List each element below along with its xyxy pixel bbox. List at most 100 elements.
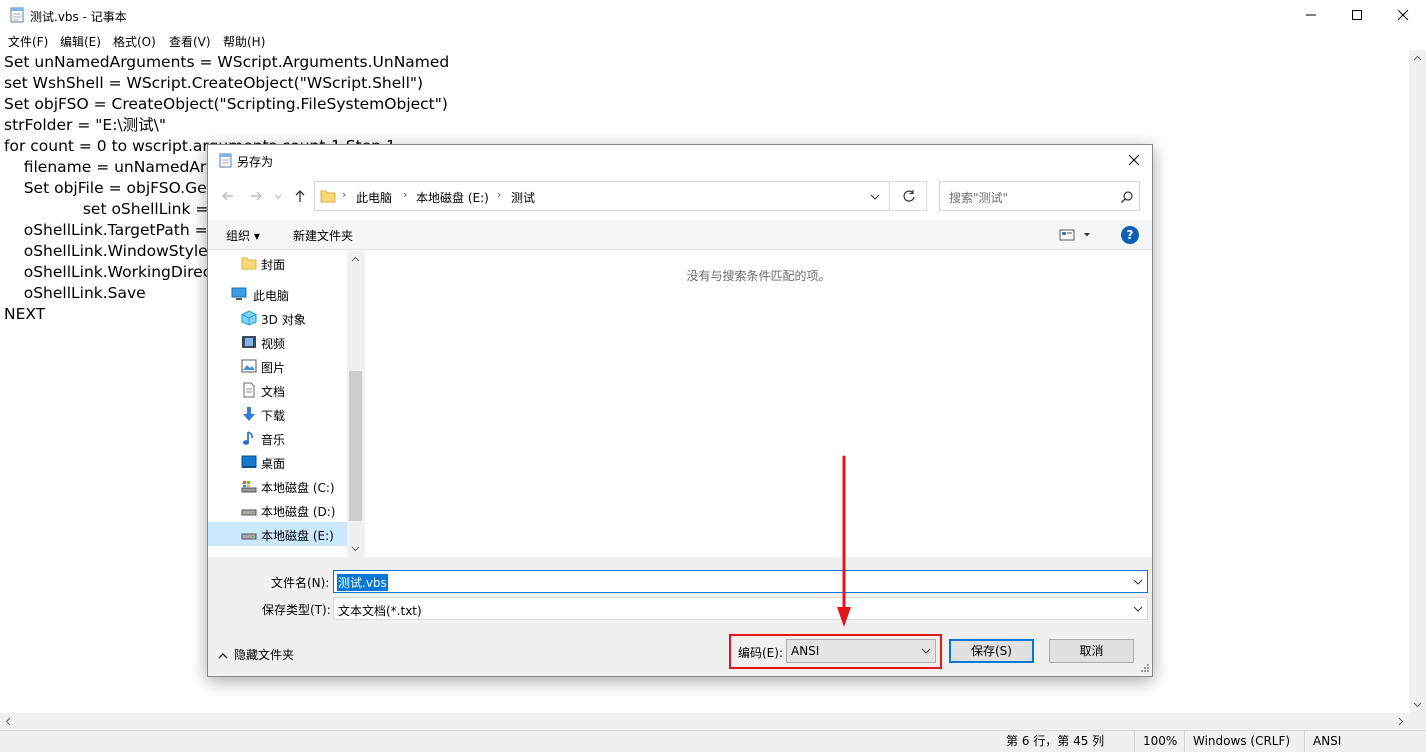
empty-message: 没有与搜索条件匹配的项。: [686, 269, 831, 283]
scroll-up-icon[interactable]: [1409, 50, 1426, 67]
filetype-select[interactable]: 文本文档(*.txt): [333, 597, 1148, 620]
address-bar[interactable]: › 此电脑 › 本地磁盘 (E:) › 测试: [314, 181, 890, 211]
nav-item-drive-d[interactable]: 本地磁盘 (D:): [208, 498, 347, 522]
search-input[interactable]: 搜索"测试": [939, 181, 1140, 211]
menubar: 文件(F) 编辑(E) 格式(O) 查看(V) 帮助(H): [0, 30, 1426, 50]
save-as-dialog: 另存为 › 此电脑 › 本地磁盘 (E:) › 测试 搜索"测试" 组织 ▾ 新…: [207, 144, 1153, 677]
nav-item-cover-folder[interactable]: 封面: [208, 251, 347, 275]
code-line: oShellLink.Save: [4, 284, 146, 302]
view-options-icon[interactable]: [1059, 227, 1093, 243]
nav-item-3d-objects[interactable]: 3D 对象: [208, 306, 347, 330]
menu-format[interactable]: 格式(O): [113, 33, 156, 50]
filetype-label: 保存类型(T):: [262, 603, 331, 617]
nav-item-music[interactable]: 音乐: [208, 426, 347, 450]
minimize-button[interactable]: [1288, 0, 1334, 30]
dialog-close-button[interactable]: [1119, 148, 1149, 172]
nav-item-videos[interactable]: 视频: [208, 330, 347, 354]
refresh-button[interactable]: [891, 181, 927, 211]
nav-item-desktop[interactable]: 桌面: [208, 450, 347, 474]
minimize-icon: [1306, 14, 1316, 16]
annotation-arrow-icon: [837, 455, 851, 627]
nav-item-label: 图片: [261, 361, 286, 375]
nav-item-label: 文档: [261, 385, 286, 399]
close-button[interactable]: [1380, 0, 1426, 30]
nav-item-pictures[interactable]: 图片: [208, 354, 347, 378]
menu-file[interactable]: 文件(F): [8, 33, 48, 50]
nav-item-documents[interactable]: 文档: [208, 378, 347, 402]
scroll-down-icon[interactable]: [347, 540, 364, 557]
organize-button[interactable]: 组织 ▾: [226, 227, 260, 244]
nav-item-label: 音乐: [261, 433, 286, 447]
nav-item-label: 此电脑: [253, 289, 290, 303]
folder-icon: [320, 190, 336, 203]
status-position: 第 6 行，第 45 列: [1006, 734, 1105, 748]
code-line: Set unNamedArguments = WScript.Arguments…: [4, 53, 450, 71]
code-line: NEXT: [4, 305, 46, 323]
dialog-title: 另存为: [237, 155, 274, 169]
notepad-icon: [219, 153, 232, 168]
nav-item-label: 下载: [261, 409, 286, 423]
breadcrumb-folder[interactable]: 测试: [511, 189, 535, 206]
nav-item-label: 视频: [261, 337, 286, 351]
notepad-icon: [10, 7, 24, 23]
chevron-up-icon: [218, 652, 228, 658]
save-button[interactable]: 保存(S): [949, 639, 1034, 663]
forward-arrow-icon[interactable]: [246, 185, 266, 207]
scroll-down-icon[interactable]: [1409, 696, 1426, 713]
breadcrumb-drive-e[interactable]: 本地磁盘 (E:): [416, 189, 489, 206]
nav-item-label: 3D 对象: [261, 313, 306, 327]
new-folder-button[interactable]: 新建文件夹: [293, 227, 353, 244]
code-line: set WshShell = WScript.CreateObject("WSc…: [4, 74, 424, 92]
nav-item-drive-c[interactable]: 本地磁盘 (C:): [208, 474, 347, 498]
status-line-ending: Windows (CRLF): [1184, 731, 1290, 752]
hide-folders-toggle[interactable]: 隐藏文件夹: [218, 646, 294, 663]
menu-help[interactable]: 帮助(H): [223, 33, 265, 50]
menu-edit[interactable]: 编辑(E): [60, 33, 101, 50]
cancel-button[interactable]: 取消: [1049, 639, 1134, 663]
dialog-toolbar: 组织 ▾ 新建文件夹 ?: [208, 220, 1152, 250]
breadcrumb-separator-icon: ›: [403, 188, 408, 201]
drive-icon: [241, 509, 257, 516]
nav-scroll-thumb[interactable]: [349, 371, 362, 521]
breadcrumb-this-pc[interactable]: 此电脑: [356, 189, 392, 206]
menu-view[interactable]: 查看(V): [169, 33, 211, 50]
close-icon: [1397, 9, 1409, 21]
status-zoom: 100%: [1134, 731, 1177, 752]
maximize-button[interactable]: [1334, 0, 1380, 30]
scroll-right-icon[interactable]: [1392, 713, 1409, 730]
nav-scrollbar[interactable]: [347, 251, 364, 557]
breadcrumb-separator-icon: ›: [342, 188, 347, 201]
nav-item-label: 桌面: [261, 457, 286, 471]
desktop-icon: [241, 455, 257, 468]
filename-input[interactable]: 测试.vbs: [333, 570, 1148, 593]
chevron-down-icon[interactable]: [1133, 578, 1143, 586]
horizontal-scrollbar[interactable]: [0, 713, 1409, 730]
navigation-pane[interactable]: 封面 此电脑 3D 对象 视频 图片 文档 下载 音乐 桌面 本地磁盘 (C:)…: [208, 251, 364, 557]
nav-item-downloads[interactable]: 下载: [208, 402, 347, 426]
code-line: oShellLink.TargetPath =: [4, 221, 208, 239]
recent-locations-chevron-icon[interactable]: [272, 185, 284, 207]
back-arrow-icon[interactable]: [218, 185, 238, 207]
nav-item-this-pc[interactable]: 此电脑: [208, 282, 347, 306]
resize-grip-icon[interactable]: [1140, 663, 1150, 673]
notepad-titlebar[interactable]: 测试.vbs - 记事本: [0, 0, 1426, 30]
code-line: Set objFSO = CreateObject("Scripting.Fil…: [4, 95, 448, 113]
encoding-select[interactable]: ANSI: [786, 639, 936, 663]
help-icon[interactable]: ?: [1121, 226, 1139, 244]
code-line: oShellLink.WorkingDirec: [4, 263, 212, 281]
dialog-footer: 文件名(N): 测试.vbs 保存类型(T): 文本文档(*.txt) 隐藏文件…: [208, 557, 1152, 676]
vertical-scrollbar[interactable]: [1409, 50, 1426, 713]
file-list[interactable]: 没有与搜索条件匹配的项。: [365, 251, 1152, 557]
nav-item-label: 封面: [261, 258, 286, 272]
scroll-left-icon[interactable]: [0, 713, 17, 730]
close-icon: [1128, 154, 1140, 166]
up-arrow-icon[interactable]: [290, 185, 310, 207]
nav-item-drive-e[interactable]: 本地磁盘 (E:): [208, 522, 347, 546]
folder-icon: [241, 257, 257, 270]
picture-icon: [241, 359, 257, 373]
window-title: 测试.vbs - 记事本: [30, 10, 127, 24]
code-line: Set objFile = objFSO.Get: [4, 179, 213, 197]
scroll-up-icon[interactable]: [347, 251, 364, 268]
nav-item-label: 本地磁盘 (E:): [261, 529, 334, 543]
chevron-down-icon[interactable]: [869, 191, 881, 203]
